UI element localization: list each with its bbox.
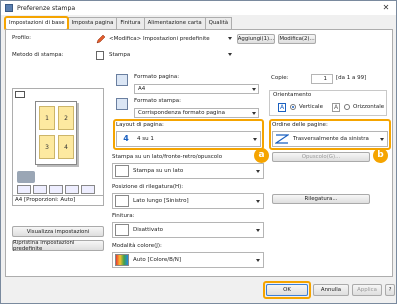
- booklet-button[interactable]: Opuscolo(G)...: [272, 152, 370, 162]
- copies-input[interactable]: 1: [311, 74, 333, 84]
- highlight-layout: [113, 119, 264, 150]
- cancel-button[interactable]: Annulla: [313, 284, 349, 296]
- output-size-value: Corrispondenza formato pagina: [138, 110, 225, 116]
- color-icon[interactable]: [81, 185, 95, 194]
- duplex-icon[interactable]: [49, 185, 63, 194]
- page-size-value: A4: [138, 86, 146, 92]
- landscape-icon: A: [332, 103, 340, 112]
- title-bar: Preferenze stampa ✕: [1, 1, 396, 15]
- color-value: Auto [Colore/B/N]: [133, 257, 182, 263]
- portrait-radio[interactable]: [290, 104, 296, 111]
- paper-icon[interactable]: [17, 185, 31, 194]
- print-method-select[interactable]: Stampa: [106, 50, 234, 60]
- binding-icon: [115, 195, 129, 207]
- pencil-icon: [96, 34, 106, 44]
- preview-mode-icon[interactable]: [15, 91, 25, 98]
- portrait-icon: A: [278, 103, 286, 112]
- page-size-select[interactable]: A4: [134, 84, 259, 94]
- chevron-down-icon: [252, 88, 256, 91]
- page-preview: 1 2 3 4: [35, 101, 77, 165]
- finishing-select[interactable]: Disattivato: [112, 222, 264, 238]
- highlight-page-order: [269, 119, 391, 150]
- preview-page-2: 2: [58, 106, 74, 130]
- tab-quality[interactable]: Qualità: [204, 17, 233, 29]
- help-button[interactable]: ?: [385, 284, 395, 296]
- output-size-label: Formato stampa:: [134, 98, 181, 104]
- finishing-icon: [115, 224, 129, 236]
- copies-label: Copie:: [271, 75, 289, 81]
- copies-value: 1: [323, 76, 328, 82]
- tab-page-setup[interactable]: Imposta pagina: [67, 17, 118, 29]
- profile-select[interactable]: <Modifica> Impostazioni predefinite: [106, 34, 234, 44]
- booklet-icon[interactable]: [65, 185, 79, 194]
- restore-defaults-button[interactable]: Ripristina impostazioni predefinite: [12, 240, 104, 252]
- preview-page-3: 3: [39, 135, 55, 159]
- preview-toolbar: [17, 185, 95, 194]
- chevron-down-icon: [252, 112, 256, 115]
- chevron-down-icon: [228, 37, 232, 40]
- output-size-select[interactable]: Corrispondenza formato pagina: [134, 108, 259, 118]
- preview-pane: 1 2 3 4: [12, 88, 104, 196]
- binding-button[interactable]: Rilegatura...: [272, 194, 370, 204]
- portrait-label: Verticale: [299, 104, 323, 110]
- preview-page-4: 4: [58, 135, 74, 159]
- finishing-label: Finitura:: [112, 213, 135, 219]
- binding-value: Lato lungo [Sinistro]: [133, 198, 189, 204]
- copies-range: [da 1 a 99]: [336, 75, 367, 81]
- profile-value: <Modifica> Impostazioni predefinite: [109, 36, 210, 42]
- tab-paper-source[interactable]: Alimentazione carta: [143, 17, 206, 29]
- tab-finishing[interactable]: Finitura: [116, 17, 145, 29]
- badge-b: b: [373, 148, 388, 163]
- binding-label: Posizione di rilegatura(H):: [112, 184, 184, 190]
- color-select[interactable]: Auto [Colore/B/N]: [112, 252, 264, 268]
- chevron-down-icon: [228, 53, 232, 56]
- add-profile-button[interactable]: Aggiungi(1)...: [237, 34, 275, 44]
- orientation-group: Orientamento A Verticale A Orizzontale: [269, 90, 387, 116]
- preview-status: A4 [Proporzioni: Auto]: [12, 196, 104, 206]
- staple-icon[interactable]: [33, 185, 47, 194]
- print-method-icon: [96, 51, 104, 60]
- tab-panel: Profilo: <Modifica> Impostazioni predefi…: [5, 29, 393, 277]
- landscape-radio[interactable]: [344, 104, 350, 111]
- highlight-ok: [263, 281, 311, 299]
- duplex-label: Stampa su un lato/fronte-retro/opuscolo: [112, 154, 223, 160]
- page-size-icon: [116, 74, 128, 86]
- color-label: Modalità colore(J):: [112, 243, 162, 249]
- output-size-icon: [116, 98, 128, 110]
- single-side-icon: [115, 165, 129, 177]
- chevron-down-icon: [256, 200, 260, 203]
- printer-icon: [17, 171, 35, 183]
- orientation-label: Orientamento: [273, 92, 312, 98]
- binding-select[interactable]: Lato lungo [Sinistro]: [112, 193, 264, 209]
- duplex-select[interactable]: Stampa su un lato: [112, 163, 264, 179]
- chevron-down-icon: [256, 259, 260, 262]
- finishing-value: Disattivato: [133, 227, 163, 233]
- badge-a: a: [254, 148, 269, 163]
- preview-page-1: 1: [39, 106, 55, 130]
- method-value: Stampa: [109, 52, 131, 58]
- color-mode-icon: [115, 254, 129, 266]
- printer-icon: [5, 4, 13, 12]
- method-label: Metodo di stampa:: [12, 52, 64, 58]
- profile-label: Profilo:: [12, 35, 31, 41]
- chevron-down-icon: [256, 229, 260, 232]
- landscape-label: Orizzontale: [353, 104, 385, 110]
- close-button[interactable]: ✕: [379, 3, 393, 13]
- edit-profile-button[interactable]: Modifica(2)...: [278, 34, 316, 44]
- apply-button[interactable]: Applica: [352, 284, 382, 296]
- chevron-down-icon: [256, 170, 260, 173]
- duplex-value: Stampa su un lato: [133, 168, 184, 174]
- page-size-label: Formato pagina:: [134, 74, 180, 80]
- window-title: Preferenze stampa: [17, 4, 76, 12]
- print-preferences-window: Preferenze stampa ✕ Impostazioni di base…: [0, 0, 397, 304]
- view-settings-button[interactable]: Visualizza impostazioni: [12, 226, 104, 237]
